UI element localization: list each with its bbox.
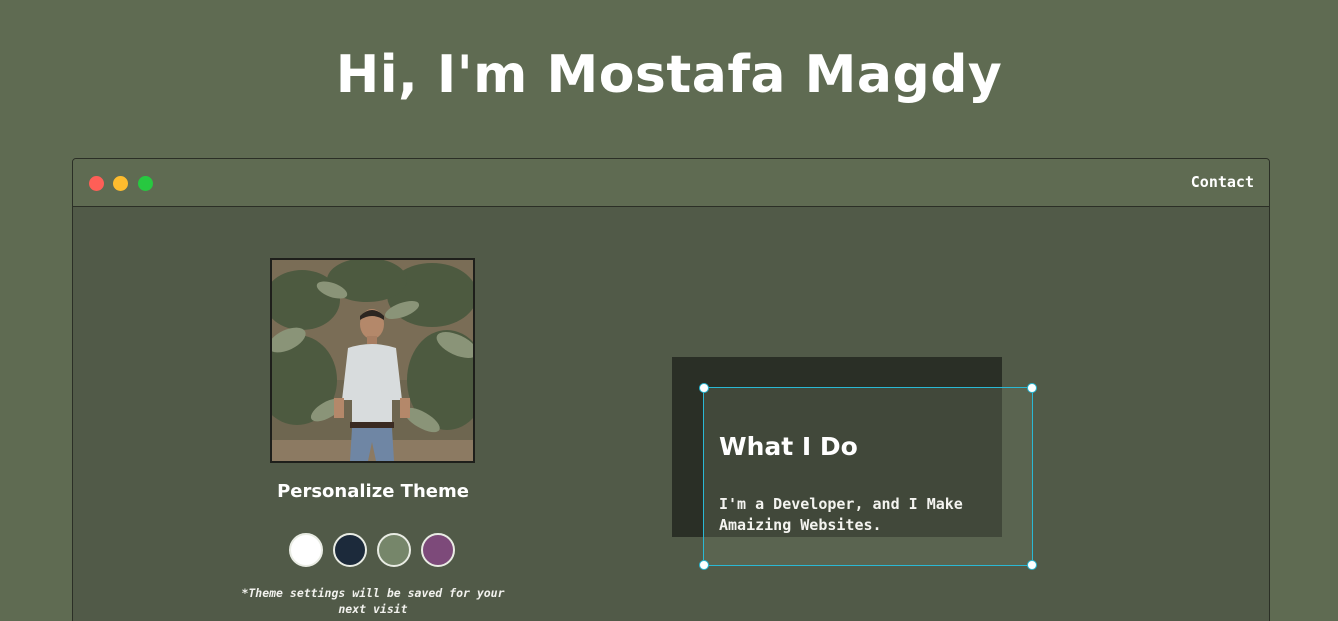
browser-window: Contact Personalize Theme *Theme setting… [72,158,1270,621]
card-title: What I Do [719,432,858,461]
theme-settings-note: *Theme settings will be saved for your n… [241,586,505,616]
resize-handle-bottom-left[interactable] [699,560,709,570]
window-body: Personalize Theme *Theme settings will b… [73,207,1269,621]
contact-link[interactable]: Contact [1191,173,1254,191]
window-title-bar: Contact [73,159,1269,207]
personalize-theme-title: Personalize Theme [277,481,469,502]
profile-photo [270,258,475,463]
resize-handle-bottom-right[interactable] [1027,560,1037,570]
page: Hi, I'm Mostafa Magdy Contact Personaliz… [0,0,1338,621]
theme-swatch-white[interactable] [289,533,323,567]
minimize-window-icon[interactable] [113,176,128,191]
card-text: I'm a Developer, and I Make Amaizing Web… [719,495,963,534]
theme-swatch-purple[interactable] [421,533,455,567]
maximize-window-icon[interactable] [138,176,153,191]
resize-handle-top-left[interactable] [699,383,709,393]
hero-title: Hi, I'm Mostafa Magdy [335,45,1003,105]
theme-swatch-navy[interactable] [333,533,367,567]
close-window-icon[interactable] [89,176,104,191]
resize-handle-top-right[interactable] [1027,383,1037,393]
profile-photo-illustration [272,260,473,461]
what-i-do-card: What I Do I'm a Developer, and I Make Am… [699,383,1037,570]
theme-swatch-sage[interactable] [377,533,411,567]
